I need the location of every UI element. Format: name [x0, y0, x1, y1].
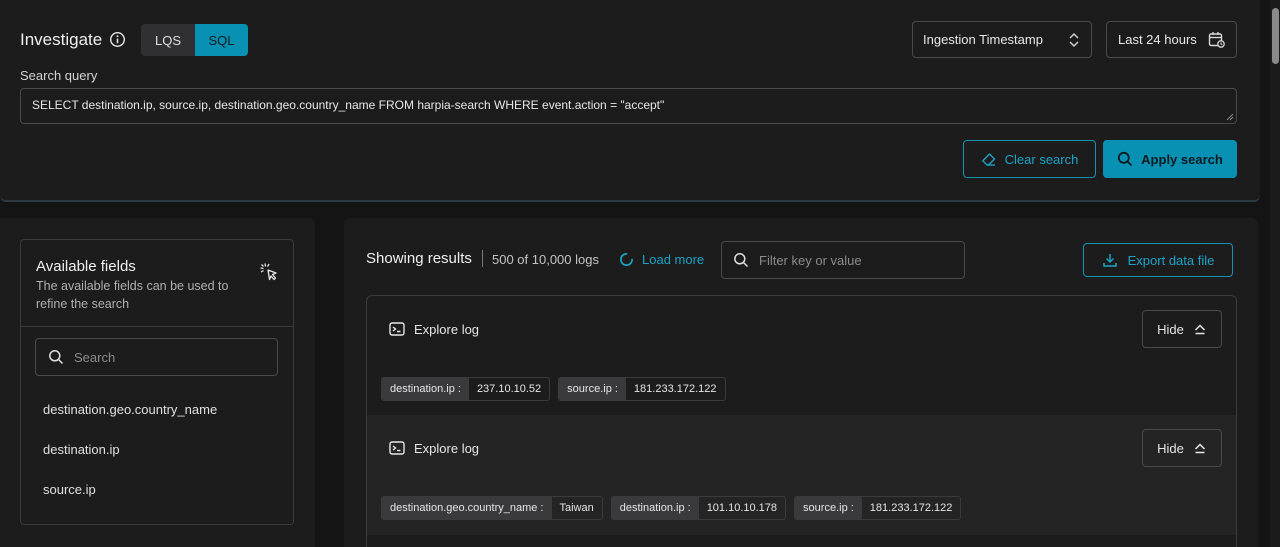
page-scrollbar[interactable] — [1270, 0, 1280, 547]
hide-button[interactable]: Hide — [1142, 429, 1222, 467]
select-pointer-icon[interactable] — [259, 262, 279, 282]
page-title: Investigate — [20, 30, 103, 49]
field-chip-value: 181.233.172.122 — [633, 383, 717, 395]
field-chip[interactable]: destination.ip : 237.10.10.52 — [381, 377, 551, 401]
download-icon — [1102, 254, 1117, 267]
clear-search-button[interactable]: Clear search — [963, 140, 1096, 178]
timestamp-field-select[interactable]: Ingestion Timestamp — [912, 21, 1092, 58]
filter-input[interactable]: Filter key or value — [721, 241, 965, 279]
field-chip-value: 101.10.10.178 — [706, 502, 778, 514]
load-more-button[interactable]: Load more — [619, 252, 704, 267]
eject-icon — [1194, 324, 1205, 335]
load-more-label: Load more — [642, 252, 705, 267]
field-chip[interactable]: destination.ip : 101.10.10.178 — [610, 496, 787, 520]
available-fields-card: Available fields The available fields ca… — [20, 239, 294, 525]
explore-log-label: Explore log — [414, 321, 480, 337]
log-row: Explore log Hide destination.ip : 237.10… — [367, 296, 1236, 416]
field-chip-value: Taiwan — [559, 502, 594, 514]
info-icon[interactable] — [109, 31, 126, 48]
export-data-label: Export data file — [1127, 252, 1215, 268]
field-chip[interactable]: source.ip : 181.233.172.122 — [558, 377, 726, 401]
query-mode-toggle: LQS SQL — [141, 24, 248, 56]
explore-log-link[interactable]: Explore log — [389, 440, 479, 456]
field-chip-value: 237.10.10.52 — [476, 383, 542, 395]
chevron-updown-icon — [1069, 32, 1079, 48]
field-chip[interactable]: destination.geo.country_name : Taiwan — [381, 496, 603, 520]
apply-search-label: Apply search — [1141, 151, 1223, 167]
apply-search-button[interactable]: Apply search — [1103, 140, 1237, 178]
field-chip-key: source.ip : — [559, 378, 626, 400]
refresh-spinner-icon — [620, 253, 633, 266]
explore-log-label: Explore log — [414, 440, 480, 456]
field-item-source-ip[interactable]: source.ip — [43, 482, 96, 497]
search-query-text: SELECT destination.ip, source.ip, destin… — [32, 98, 665, 112]
hide-label: Hide — [1157, 321, 1184, 337]
timestamp-field-value: Ingestion Timestamp — [923, 32, 1043, 47]
search-icon — [1118, 151, 1133, 167]
mode-lqs-button[interactable]: LQS — [141, 24, 195, 56]
field-chip-key: source.ip : — [795, 497, 862, 519]
search-icon — [734, 253, 749, 268]
clear-search-label: Clear search — [1004, 151, 1079, 167]
hide-button[interactable]: Hide — [1142, 310, 1222, 348]
resize-grip-icon[interactable] — [1226, 113, 1234, 121]
scrollbar-thumb[interactable] — [1272, 8, 1279, 64]
terminal-icon — [389, 322, 405, 336]
field-chip-key: destination.geo.country_name : — [382, 497, 552, 519]
fields-search-placeholder: Search — [74, 349, 116, 365]
mode-sql-button[interactable]: SQL — [195, 24, 248, 56]
results-list: Explore log Hide destination.ip : 237.10… — [366, 295, 1237, 547]
results-heading: Showing results — [366, 250, 472, 267]
calendar-icon — [1208, 32, 1225, 48]
field-item-destination-geo-country-name[interactable]: destination.geo.country_name — [43, 402, 217, 417]
filter-placeholder: Filter key or value — [759, 252, 862, 268]
log-fields: destination.ip : 237.10.10.52 source.ip … — [381, 377, 726, 401]
log-row: Explore log Hide destination.geo.country… — [367, 415, 1236, 535]
eject-icon — [1194, 443, 1205, 454]
field-item-destination-ip[interactable]: destination.ip — [43, 442, 120, 457]
fields-search-input[interactable]: Search — [35, 338, 278, 376]
field-chip-key: destination.ip : — [611, 497, 699, 519]
time-range-value: Last 24 hours — [1118, 32, 1197, 47]
search-icon — [49, 350, 64, 365]
log-fields: destination.geo.country_name : Taiwan de… — [381, 496, 962, 520]
results-divider — [482, 250, 483, 267]
explore-log-link[interactable]: Explore log — [389, 321, 479, 337]
field-chip-key: destination.ip : — [382, 378, 469, 400]
terminal-icon — [389, 441, 405, 455]
hide-label: Hide — [1157, 440, 1184, 456]
available-fields-description: The available fields can be used to refi… — [36, 279, 229, 311]
available-fields-title: Available fields — [36, 258, 136, 275]
search-query-label: Search query — [20, 68, 98, 83]
results-count: 500 of 10,000 logs — [492, 252, 599, 267]
eraser-icon — [981, 153, 995, 166]
available-fields-header: Available fields The available fields ca… — [21, 240, 293, 327]
query-panel: Investigate LQS SQL Ingestion Timestamp … — [0, 0, 1260, 202]
field-chip-value: 181.233.172.122 — [869, 502, 953, 514]
export-data-button[interactable]: Export data file — [1083, 243, 1233, 277]
search-query-input[interactable]: SELECT destination.ip, source.ip, destin… — [20, 88, 1237, 124]
field-chip[interactable]: source.ip : 181.233.172.122 — [794, 496, 962, 520]
time-range-button[interactable]: Last 24 hours — [1106, 21, 1237, 58]
